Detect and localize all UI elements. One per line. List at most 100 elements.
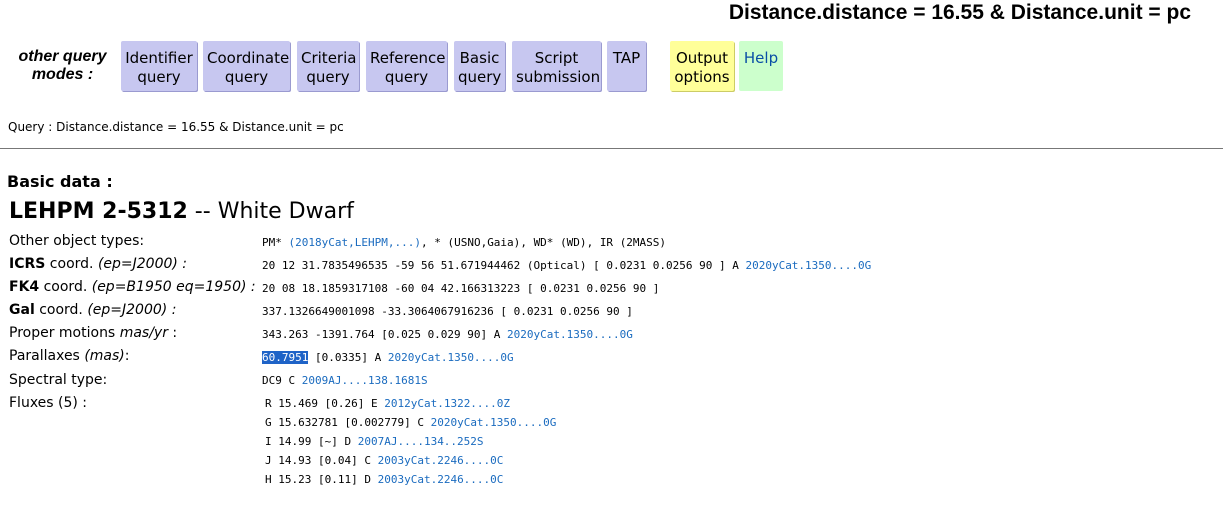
flux-row-i: I 14.99 [~] D 2007AJ....134..252S — [265, 435, 484, 448]
flux-ref-link[interactable]: 2003yCat.2246....0C — [378, 454, 504, 467]
plx-label-text: Parallaxes — [9, 348, 85, 364]
spectral-type-value: DC9 C 2009AJ....138.1681S — [262, 374, 428, 387]
coordinate-query-button[interactable]: Coordinate query — [203, 41, 290, 91]
button-label: TAP — [612, 49, 641, 67]
object-title: LEHPM 2-5312 -- White Dwarf — [9, 199, 354, 224]
icrs-label-rest: coord. — [45, 256, 98, 272]
fk4-label: FK4 coord. (ep=B1950 eq=1950) : — [9, 279, 256, 295]
gal-label-bold: Gal — [9, 302, 35, 318]
query-modes-label-line2: modes : — [31, 66, 94, 83]
query-summary: Query : Distance.distance = 16.55 & Dist… — [8, 120, 344, 134]
otype-ir-ref: (2MASS) — [619, 236, 667, 249]
button-label: Help — [743, 49, 779, 67]
tap-button[interactable]: TAP — [607, 41, 646, 91]
pm-value: 343.263 -1391.764 [0.025 0.029 90] A 202… — [262, 328, 633, 341]
object-name: LEHPM 2-5312 — [9, 199, 188, 224]
flux-ref-link[interactable]: 2003yCat.2246....0C — [378, 473, 504, 486]
basic-data-heading: Basic data : — [7, 172, 113, 191]
otype-pm-ref-link[interactable]: (2018yCat,LEHPM,...) — [289, 236, 421, 249]
plx-label-unit: (mas) — [84, 348, 125, 364]
query-modes-label: other query modes : — [14, 48, 111, 84]
plx-label-end: : — [124, 348, 130, 364]
flux-ref-link[interactable]: 2020yCat.1350....0G — [431, 416, 557, 429]
script-submission-button[interactable]: Script submission — [512, 41, 601, 91]
object-type: White Dwarf — [217, 199, 354, 224]
button-label: Script — [534, 49, 579, 67]
gal-label-rest: coord. — [34, 302, 88, 318]
flux-row-h: H 15.23 [0.11] D 2003yCat.2246....0C — [265, 473, 503, 486]
flux-row-r: R 15.469 [0.26] E 2012yCat.1322....0Z — [265, 397, 510, 410]
output-options-button[interactable]: Output options — [670, 41, 734, 91]
parallax-label: Parallaxes (mas): — [9, 348, 129, 364]
icrs-value: 20 12 31.7835496535 -59 56 51.671944462 … — [262, 259, 871, 272]
divider — [0, 148, 1223, 149]
flux-text: J 14.93 [0.04] C — [265, 454, 378, 467]
otype-pm: PM* — [262, 236, 282, 249]
icrs-label: ICRS coord. (ep=J2000) : — [9, 256, 187, 272]
sep: , — [586, 236, 600, 249]
button-label: query — [458, 68, 502, 86]
otype-star-ref: (USNO,Gaia) — [447, 236, 521, 249]
otype-wd: WD* — [533, 236, 554, 249]
button-label: Reference — [370, 49, 446, 67]
otype-wd-ref: (WD) — [560, 236, 587, 249]
pm-label-text: Proper motions — [9, 325, 120, 341]
basic-query-button[interactable]: Basic query — [454, 41, 505, 91]
parallax-value: 60.7951 [0.0335] A 2020yCat.1350....0G — [262, 351, 514, 364]
icrs-coords: 20 12 31.7835496535 -59 56 51.671944462 … — [262, 259, 746, 272]
fk4-value: 20 08 18.1859317108 -60 04 42.166313223 … — [262, 282, 660, 295]
flux-text: R 15.469 [0.26] E — [265, 397, 385, 410]
flux-ref-link[interactable]: 2007AJ....134..252S — [358, 435, 484, 448]
parallax-highlighted-value[interactable]: 60.7951 — [262, 351, 309, 364]
icrs-label-epoch: (ep=J2000) : — [97, 256, 188, 272]
button-label: Output — [675, 49, 729, 67]
other-types-label: Other object types: — [9, 233, 145, 249]
spectral-ref-link[interactable]: 2009AJ....138.1681S — [302, 374, 428, 387]
button-label: Criteria — [301, 49, 357, 67]
otype-star: * — [434, 236, 441, 249]
query-modes-label-line1: other query — [18, 48, 107, 65]
button-label: query — [137, 68, 181, 86]
pm-label-end: : — [167, 325, 178, 341]
button-label: query — [384, 68, 429, 86]
flux-text: G 15.632781 [0.002779] C — [265, 416, 431, 429]
identifier-query-button[interactable]: Identifier query — [121, 41, 197, 91]
button-label: Basic — [459, 49, 500, 67]
icrs-ref-link[interactable]: 2020yCat.1350....0G — [745, 259, 871, 272]
page-title: Distance.distance = 16.55 & Distance.uni… — [728, 1, 1191, 24]
icrs-label-bold: ICRS — [9, 256, 46, 272]
fk4-label-epoch: (ep=B1950 eq=1950) : — [91, 279, 256, 295]
spectral-type-text: DC9 C — [262, 374, 302, 387]
flux-text: H 15.23 [0.11] D — [265, 473, 378, 486]
sep: , — [420, 236, 435, 249]
fluxes-label: Fluxes (5) : — [9, 395, 88, 411]
fk4-label-rest: coord. — [39, 279, 92, 295]
button-label: Identifier — [125, 49, 193, 67]
button-label: query — [224, 68, 269, 86]
title-separator: -- — [187, 199, 218, 224]
pm-label: Proper motions mas/yr : — [9, 325, 177, 341]
flux-text: I 14.99 [~] D — [265, 435, 358, 448]
parallax-ref-link[interactable]: 2020yCat.1350....0G — [388, 351, 514, 364]
pm-numbers: 343.263 -1391.764 [0.025 0.029 90] A — [262, 328, 508, 341]
gal-label: Gal coord. (ep=J2000) : — [9, 302, 176, 318]
button-label: query — [306, 68, 350, 86]
otype-ir: IR — [599, 236, 614, 249]
button-label: options — [674, 68, 730, 86]
flux-ref-link[interactable]: 2012yCat.1322....0Z — [384, 397, 510, 410]
pm-ref-link[interactable]: 2020yCat.1350....0G — [507, 328, 633, 341]
criteria-query-button[interactable]: Criteria query — [297, 41, 359, 91]
parallax-error: [0.0335] A — [308, 351, 388, 364]
button-label: submission — [516, 68, 601, 86]
flux-row-j: J 14.93 [0.04] C 2003yCat.2246....0C — [265, 454, 503, 467]
flux-row-g: G 15.632781 [0.002779] C 2020yCat.1350..… — [265, 416, 556, 429]
reference-query-button[interactable]: Reference query — [366, 41, 447, 91]
other-types-value: PM* (2018yCat,LEHPM,...), * (USNO,Gaia),… — [262, 236, 666, 249]
gal-value: 337.1326649001098 -33.3064067916236 [ 0.… — [262, 305, 633, 318]
spectral-type-label: Spectral type: — [9, 372, 108, 388]
button-label: Coordinate — [207, 49, 290, 67]
gal-label-epoch: (ep=J2000) : — [87, 302, 177, 318]
fk4-label-bold: FK4 — [9, 279, 40, 295]
help-button[interactable]: Help — [739, 41, 783, 91]
pm-label-unit: mas/yr — [119, 325, 168, 341]
